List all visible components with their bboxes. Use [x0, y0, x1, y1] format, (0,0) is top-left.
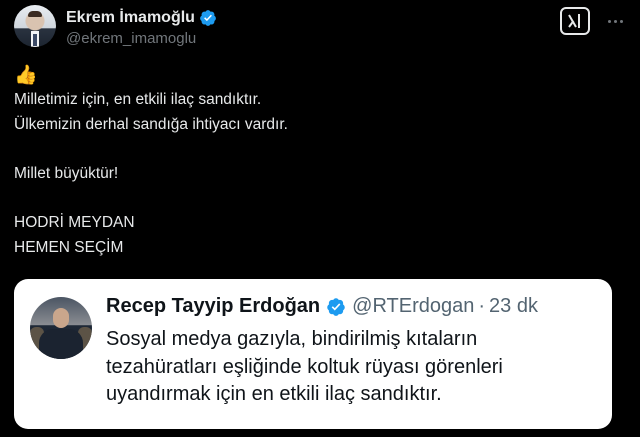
tweet-line: Millet büyüktür!: [14, 164, 119, 182]
quoted-author-name[interactable]: Recep Tayyip Erdoğan: [106, 295, 320, 318]
grok-icon: [568, 14, 580, 28]
avatar-hair: [28, 11, 42, 17]
thumbs-up-emoji: 👍: [14, 65, 38, 86]
verified-badge-icon: [327, 297, 345, 316]
tweet-line: HODRİ MEYDAN: [14, 213, 135, 231]
quoted-tweet-time[interactable]: 23 dk: [489, 295, 538, 318]
quoted-tweet-line: tezahüratları eşliğinde koltuk rüyası gö…: [106, 355, 503, 378]
more-dot: [613, 19, 617, 23]
author-avatar[interactable]: [14, 5, 56, 47]
author-name-row: Ekrem İmamoğlu: [66, 9, 217, 27]
tweet-line-gap: [14, 186, 614, 211]
tweet-header: Ekrem İmamoğlu @ekrem_imamoglu: [14, 5, 626, 51]
grok-button[interactable]: [560, 7, 590, 35]
author-display-name[interactable]: Ekrem İmamoğlu: [66, 9, 195, 27]
more-dots-icon: [607, 19, 611, 23]
author-handle[interactable]: @ekrem_imamoglu: [66, 30, 196, 47]
header-separator: ·: [478, 295, 486, 317]
more-options-button[interactable]: [604, 11, 626, 31]
quoted-tweet-line: uyandırmak için en etkili ilaç sandıktır…: [106, 383, 442, 405]
quoted-tweet-header: Recep Tayyip Erdoğan @RTErdogan · 23 dk: [106, 295, 538, 318]
quoted-author-avatar[interactable]: [30, 297, 92, 359]
tweet-line: Milletimiz için, en etkili ilaç sandıktı…: [14, 91, 262, 108]
verified-badge-icon: [200, 10, 216, 26]
avatar-coat: [39, 329, 83, 359]
avatar-face: [53, 308, 69, 328]
avatar-tie: [33, 34, 37, 46]
tweet-line: HEMEN SEÇİM: [14, 238, 124, 256]
tweet-line: Ülkemizin derhal sandığa ihtiyacı vardır…: [14, 115, 288, 133]
more-dot: [619, 19, 623, 23]
quoted-tweet-line: Sosyal medya gazıyla, bindirilmiş kıtala…: [106, 328, 478, 350]
quoted-tweet-card[interactable]: Recep Tayyip Erdoğan @RTErdogan · 23 dk …: [14, 279, 612, 429]
quoted-tweet-body: Sosyal medya gazıyla, bindirilmiş kıtala…: [106, 326, 596, 409]
tweet-line-gap: [14, 137, 614, 162]
quoted-author-handle[interactable]: @RTErdogan: [352, 295, 474, 318]
tweet-body: 👍 Milletimiz için, en etkili ilaç sandık…: [14, 64, 614, 260]
